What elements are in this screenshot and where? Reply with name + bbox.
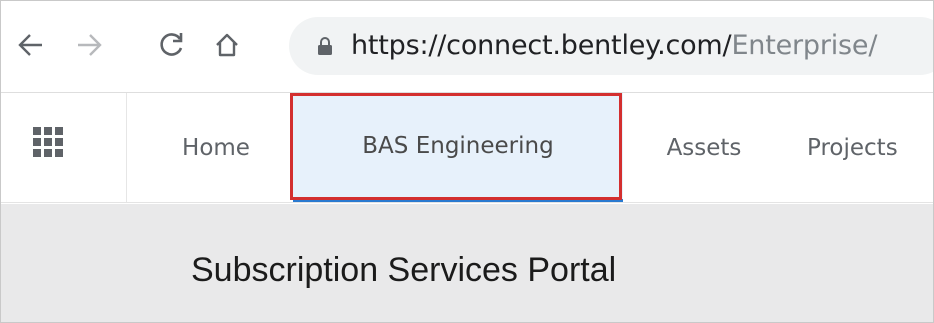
- tab-projects-label: Projects: [807, 134, 898, 161]
- lock-icon: [318, 37, 332, 55]
- screenshot-frame: https://connect.bentley.com/Enterprise/ …: [0, 0, 934, 323]
- home-icon: [216, 33, 238, 57]
- url-path: Enterprise/: [731, 30, 878, 61]
- tab-home-label: Home: [182, 134, 250, 161]
- url-host: https://connect.bentley.com/: [351, 30, 732, 61]
- tab-home[interactable]: Home: [171, 93, 261, 202]
- browser-toolbar: https://connect.bentley.com/Enterprise/: [1, 1, 933, 93]
- reload-button[interactable]: [151, 25, 191, 65]
- tab-bas-engineering-label: BAS Engineering: [362, 133, 554, 159]
- page-title: Subscription Services Portal: [191, 251, 617, 289]
- apps-menu-button[interactable]: [1, 93, 127, 202]
- address-bar[interactable]: https://connect.bentley.com/Enterprise/: [289, 17, 933, 75]
- tab-assets-label: Assets: [666, 134, 742, 161]
- home-button[interactable]: [207, 25, 247, 65]
- arrow-left-icon: [18, 34, 42, 56]
- app-navigation-bar: Home BAS Engineering Assets Projects: [1, 93, 933, 203]
- apps-grid-icon: [33, 127, 63, 157]
- tab-bas-engineering[interactable]: BAS Engineering: [293, 93, 623, 202]
- url-text: https://connect.bentley.com/Enterprise/: [351, 28, 877, 64]
- back-button[interactable]: [11, 25, 51, 65]
- forward-button[interactable]: [69, 25, 109, 65]
- tab-assets[interactable]: Assets: [649, 93, 759, 202]
- arrow-right-icon: [78, 34, 102, 56]
- reload-icon: [160, 33, 183, 56]
- tab-projects[interactable]: Projects: [807, 93, 933, 202]
- main-content: Subscription Services Portal: [1, 204, 933, 322]
